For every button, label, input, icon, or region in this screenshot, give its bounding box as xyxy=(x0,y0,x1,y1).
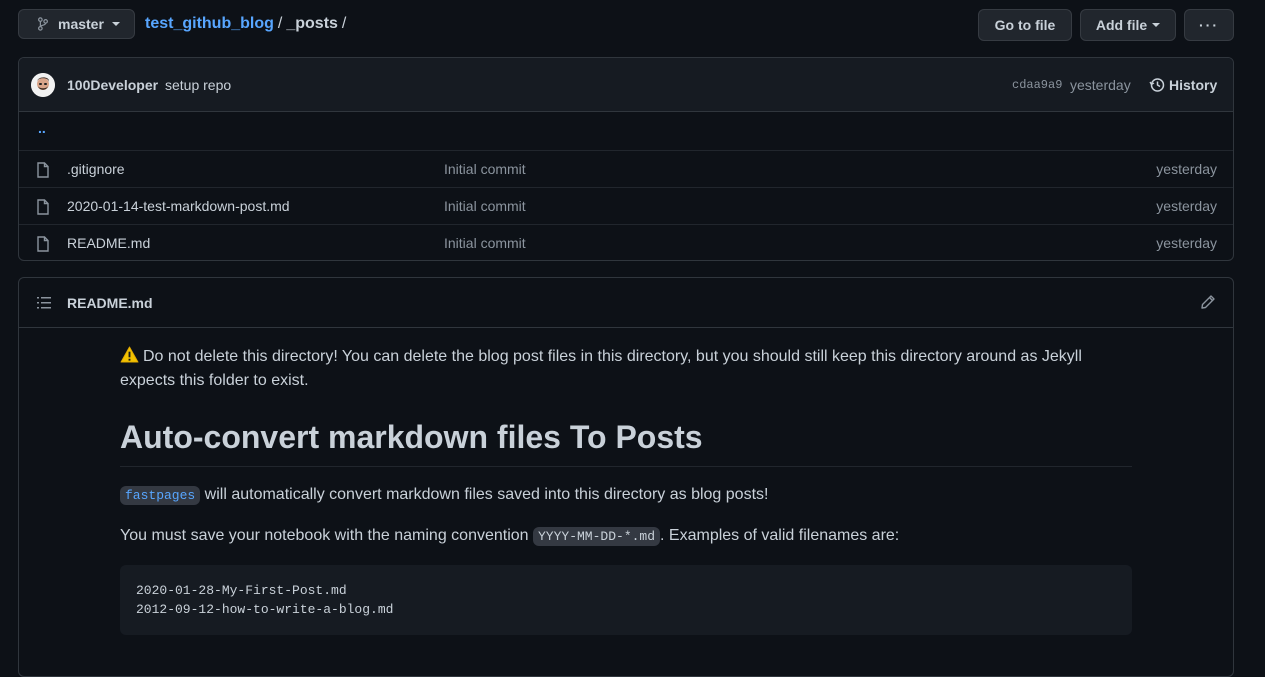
history-label: History xyxy=(1169,77,1218,93)
paragraph-text: You must save your notebook with the nam… xyxy=(120,527,533,544)
file-commit-age: yesterday xyxy=(1156,235,1217,251)
branch-selector-button[interactable]: master xyxy=(18,9,135,39)
repo-toolbar: master test_github_blog / _posts / Go to fi… xyxy=(18,9,1234,41)
warning-icon xyxy=(120,346,139,363)
commit-time: yesterday xyxy=(1070,77,1131,93)
code-line: 2020-01-28-My-First-Post.md xyxy=(136,583,347,598)
pencil-icon[interactable] xyxy=(1200,294,1216,310)
more-options-button[interactable]: ··· xyxy=(1184,9,1234,41)
table-row[interactable]: 2020-01-14-test-markdown-post.md Initial… xyxy=(19,187,1233,224)
latest-commit-bar: 100Developer setup repo cdaa9a9 yesterda… xyxy=(19,58,1233,112)
list-icon[interactable] xyxy=(36,295,52,311)
parent-directory-link[interactable]: .. xyxy=(38,120,46,136)
history-link[interactable]: History xyxy=(1149,77,1217,93)
git-branch-icon xyxy=(38,17,48,31)
code-block: 2020-01-28-My-First-Post.md 2012-09-12-h… xyxy=(120,565,1132,635)
go-to-file-button[interactable]: Go to file xyxy=(978,9,1072,41)
fastpages-link[interactable]: fastpages xyxy=(120,486,201,505)
file-commit-message-link[interactable]: Initial commit xyxy=(444,198,526,214)
table-row[interactable]: .gitignore Initial commit yesterday xyxy=(19,150,1233,187)
file-commit-age: yesterday xyxy=(1156,198,1217,214)
file-icon xyxy=(37,199,49,215)
add-file-label: Add file xyxy=(1095,17,1148,33)
paragraph-text: will automatically convert markdown file… xyxy=(200,486,769,503)
chevron-down-icon xyxy=(1152,23,1161,27)
readme-title: README.md xyxy=(67,295,153,311)
warning-text: Do not delete this directory! You can de… xyxy=(120,348,1082,389)
breadcrumb-current-dir: _posts xyxy=(286,15,338,32)
branch-name: master xyxy=(58,16,104,32)
code-line: 2012-09-12-how-to-write-a-blog.md xyxy=(136,602,394,617)
file-name-link[interactable]: .gitignore xyxy=(67,161,125,177)
avatar[interactable] xyxy=(31,73,55,97)
file-name-link[interactable]: 2020-01-14-test-markdown-post.md xyxy=(67,198,290,214)
file-browser: 100Developer setup repo cdaa9a9 yesterda… xyxy=(18,57,1234,261)
commit-message-link[interactable]: setup repo xyxy=(165,77,231,93)
history-icon xyxy=(1149,78,1165,92)
readme-paragraph: You must save your notebook with the nam… xyxy=(120,524,1132,549)
breadcrumb: test_github_blog / _posts / xyxy=(145,15,350,33)
readme-paragraph: fastpages will automatically convert mar… xyxy=(120,483,1132,508)
file-name-link[interactable]: README.md xyxy=(67,235,150,251)
file-commit-message-link[interactable]: Initial commit xyxy=(444,161,526,177)
readme-heading: Auto-convert markdown files To Posts xyxy=(120,417,1132,467)
commit-author-link[interactable]: 100Developer xyxy=(67,77,158,93)
readme-panel: README.md Do not delete this directory! … xyxy=(18,277,1234,677)
breadcrumb-repo-link[interactable]: test_github_blog xyxy=(145,15,274,32)
file-icon xyxy=(37,236,49,252)
commit-sha-link[interactable]: cdaa9a9 xyxy=(1012,78,1062,92)
file-icon xyxy=(37,162,49,178)
breadcrumb-separator: / xyxy=(277,15,283,32)
parent-directory-row[interactable]: .. xyxy=(19,112,1233,150)
table-row[interactable]: README.md Initial commit yesterday xyxy=(19,224,1233,260)
paragraph-text: . Examples of valid filenames are: xyxy=(660,527,900,544)
chevron-down-icon xyxy=(111,22,120,26)
inline-code: YYYY-MM-DD-*.md xyxy=(533,527,661,546)
add-file-button[interactable]: Add file xyxy=(1080,9,1176,41)
warning-paragraph: Do not delete this directory! You can de… xyxy=(120,345,1132,393)
file-commit-age: yesterday xyxy=(1156,161,1217,177)
breadcrumb-separator: / xyxy=(341,15,347,32)
readme-header: README.md xyxy=(19,278,1233,328)
readme-content: Do not delete this directory! You can de… xyxy=(120,328,1132,635)
file-commit-message-link[interactable]: Initial commit xyxy=(444,235,526,251)
